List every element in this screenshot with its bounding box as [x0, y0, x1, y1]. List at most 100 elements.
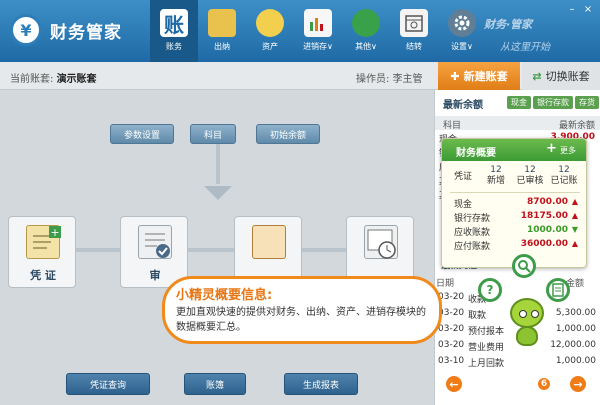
nav-item-carry-forward[interactable]: 结转 [390, 0, 438, 62]
item-amount: 12,000.00 [550, 340, 596, 350]
nav-item-ledger[interactable]: 账 账务 [150, 0, 198, 62]
stat-posted[interactable]: 12 已记账 [548, 165, 580, 187]
voucher-card[interactable]: + 凭 证 [8, 216, 76, 288]
voucher-query-button[interactable]: 凭证查询 [66, 373, 150, 395]
overview-row[interactable]: 应付账款 36000.00 ▲ [454, 239, 578, 252]
nav-label: 进销存∨ [303, 42, 333, 51]
ledger-book-button[interactable]: 账簿 [184, 373, 246, 395]
prev-arrow-icon[interactable]: ← [446, 376, 462, 392]
item-text: 上月回款 [468, 359, 505, 369]
workflow-panel: 参数设置 科目 初始余额 + 凭 证 审 凭证查询 账簿 生成报表 [0, 90, 434, 405]
nav-label: 账务 [166, 42, 182, 51]
review-card[interactable]: 审 [120, 216, 188, 288]
more-link[interactable]: 更多 [560, 145, 576, 156]
up-arrow-icon: ▲ [571, 197, 578, 206]
pager-dot[interactable] [494, 379, 504, 389]
stat-reviewed[interactable]: 12 已审核 [514, 165, 546, 187]
pager-dot-active[interactable]: 6 [536, 376, 552, 392]
main-nav: 账 账务 出纳 资产 进销存∨ 其他∨ 结转 设置∨ [150, 0, 486, 62]
close-button[interactable]: × [582, 4, 594, 16]
brand-line2: 从这里开始 [500, 42, 550, 53]
tab-stock[interactable]: 存货 [575, 96, 599, 109]
row-value: 1000.00 [527, 225, 568, 235]
accounts-button[interactable]: 科目 [190, 124, 236, 144]
cashier-icon [208, 9, 236, 37]
plus-icon: ✚ [450, 69, 460, 83]
nav-item-other[interactable]: 其他∨ [342, 0, 390, 62]
document-icon[interactable] [546, 278, 570, 302]
item-date: 03-20 [438, 324, 465, 334]
pager-dot[interactable] [522, 379, 532, 389]
stat-number: 12 [558, 165, 570, 175]
help-icon[interactable]: ? [478, 278, 502, 302]
nav-label: 出纳 [214, 42, 230, 51]
overview-row[interactable]: 现金 8700.00 ▲ [454, 197, 578, 210]
brand-line1: 财务·管家 [484, 18, 533, 31]
mascot-sprite[interactable] [506, 298, 548, 348]
stat-number: 12 [490, 165, 502, 175]
mascot-eye [519, 310, 527, 318]
tab-bank[interactable]: 银行存款 [533, 96, 573, 109]
tab-cash[interactable]: 现金 [507, 96, 531, 109]
mascot-eye [531, 310, 539, 318]
parameter-settings-button[interactable]: 参数设置 [110, 124, 174, 144]
pager-dot[interactable] [466, 379, 476, 389]
nav-item-inventory[interactable]: 进销存∨ [294, 0, 342, 62]
up-arrow-icon: ▲ [571, 211, 578, 220]
up-arrow-icon: ▲ [571, 239, 578, 248]
nav-item-settings[interactable]: 设置∨ [438, 0, 486, 62]
row-value: 8700.00 [527, 197, 568, 207]
nav-label: 其他∨ [355, 42, 377, 51]
mascot-head [510, 298, 544, 328]
app-title: 财务管家 [50, 23, 122, 43]
minimize-button[interactable]: – [566, 4, 578, 16]
clipboard-icon [252, 225, 286, 259]
stat-label: 已审核 [516, 176, 544, 186]
current-account: 当前账套: 演示账套 [10, 70, 97, 85]
pager-dot[interactable] [556, 379, 566, 389]
account-name: 演示账套 [56, 74, 97, 85]
overview-header: 财务概要 + 更多 [442, 139, 586, 161]
tip-text: 更加直观快速的提供对财务、出纳、资产、进销存模块的数据概要汇总。 [176, 307, 426, 333]
overview-title: 财务概要 [456, 148, 496, 159]
item-amount: 5,300.00 [555, 308, 596, 318]
stat-new[interactable]: 12 新增 [480, 165, 512, 187]
finance-overview-popup: 财务概要 + 更多 凭证 12 新增 12 已审核 12 已记账 现金 8700… [441, 138, 587, 268]
down-arrow-icon: ▼ [571, 225, 578, 234]
pager-dot[interactable] [508, 379, 518, 389]
window-controls: – × [566, 4, 594, 16]
generate-report-button[interactable]: 生成报表 [284, 373, 358, 395]
row-value: 18175.00 [520, 211, 568, 221]
overview-row[interactable]: 银行存款 18175.00 ▲ [454, 211, 578, 224]
search-icon[interactable] [512, 254, 536, 278]
row-name: 现金 [454, 200, 473, 210]
tip-pager: ← 6 → [446, 376, 586, 392]
item-date: 03-10 [438, 356, 465, 366]
down-arrow-icon [204, 186, 232, 200]
new-account-label: 新建账套 [463, 70, 508, 83]
switch-account-button[interactable]: ⇄ 切换账套 [522, 62, 600, 90]
new-account-button[interactable]: ✚ 新建账套 [438, 62, 520, 90]
tip-title: 小精灵概要信息: [176, 288, 273, 303]
nav-label: 资产 [262, 42, 278, 51]
app-header: ¥ 财务管家 账 账务 出纳 资产 进销存∨ 其他∨ 结转 设置∨ 财务·管家 … [0, 0, 600, 62]
voucher-stat-label: 凭证 [454, 172, 473, 182]
flow-connector [216, 144, 220, 184]
overview-row[interactable]: 应收账款 1000.00 ▼ [454, 225, 578, 238]
nav-item-assets[interactable]: 资产 [246, 0, 294, 62]
col-date: 日期 [436, 279, 455, 289]
balance-panel-title: 最新余额 [443, 100, 483, 111]
row-name: 应付账款 [454, 242, 491, 252]
item-text: 取款 [468, 311, 487, 321]
add-icon[interactable]: + [546, 141, 557, 156]
list-item[interactable]: 03-10 上月回款 1,000.00 [438, 356, 596, 370]
col-balance: 最新余额 [558, 121, 595, 131]
pager-dot[interactable] [480, 379, 490, 389]
nav-item-cashier[interactable]: 出纳 [198, 0, 246, 62]
next-arrow-icon[interactable]: → [570, 376, 586, 392]
account-prefix: 当前账套: [10, 74, 54, 85]
initial-balance-button[interactable]: 初始余额 [256, 124, 320, 144]
stat-label: 新增 [486, 176, 505, 186]
app-logo: ¥ [10, 14, 42, 46]
review-icon [138, 225, 172, 259]
